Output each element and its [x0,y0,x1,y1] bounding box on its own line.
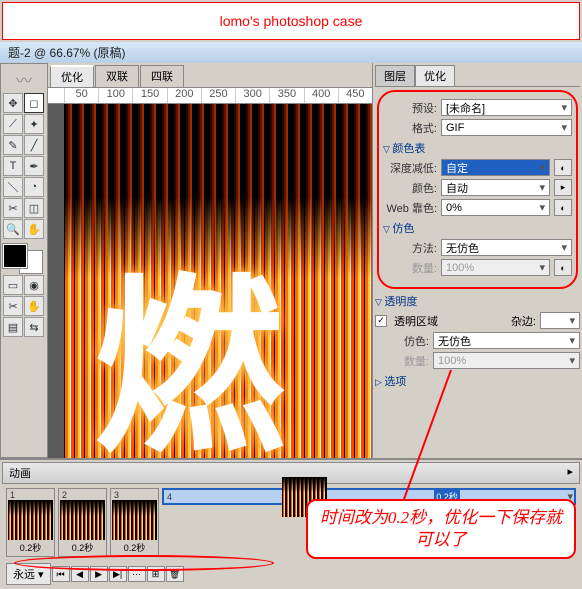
toggle-icon[interactable]: ⇆ [24,317,44,337]
delete-frame-button[interactable]: 🗑 [166,566,184,582]
document-area: 优化 双联 四联 50 100 150 200 250 300 350 400 … [48,63,372,458]
slice-tool[interactable]: ✂ [3,296,23,316]
play-button[interactable]: ▶ [90,566,108,582]
panel-menu-icon[interactable]: ▸ [567,465,573,481]
color-label: 颜色: [383,180,437,196]
prev-frame-button[interactable]: ◀ [71,566,89,582]
view-tabs: 优化 双联 四联 [48,63,372,88]
depth-select[interactable]: 自定 [441,159,550,176]
method-label: 方法: [383,240,437,256]
move-tool[interactable]: ✥ [3,93,23,113]
lasso-tool[interactable]: ⟋ [3,114,23,134]
canvas[interactable]: 燃 [48,104,372,458]
websafe-label: Web 靠色: [383,200,437,216]
document-title: 题-2 @ 66.67% (原稿) [0,42,582,63]
tab-optimize[interactable]: 优化 [50,65,94,87]
next-frame-button[interactable]: ▶| [109,566,127,582]
brush-tool[interactable]: ╱ [24,135,44,155]
tween-button[interactable]: ⋯ [128,566,146,582]
annotation-callout: 时间改为0.2秒，优化一下保存就可以了 [306,499,576,559]
trans-amount-label: 数量: [375,353,429,369]
pen-tool[interactable]: ✒ [24,156,44,176]
fire-artwork: 燃 [64,104,372,458]
tab-2up[interactable]: 双联 [95,65,139,87]
format-label: 格式: [383,120,437,136]
highlight-optimize: 预设:[未命名] 格式:GIF 颜色表 深度减低:自定◐ 颜色:自动▸ Web … [377,90,578,289]
zoom-tool[interactable]: 🔍 [3,219,23,239]
bucket-tool[interactable]: ◔ [24,177,44,197]
tab-layers[interactable]: 图层 [375,65,415,86]
color-flyout-icon[interactable]: ▸ [554,179,572,196]
options-section[interactable]: 选项 [375,373,580,389]
crop-tool[interactable]: ✂ [3,198,23,218]
first-frame-button[interactable]: ⏮ [52,566,70,582]
color-select[interactable]: 自动 [441,179,550,196]
dither-section[interactable]: 仿色 [383,220,572,236]
hand-tool[interactable]: ✋ [24,219,44,239]
eraser-tool[interactable]: ◫ [24,198,44,218]
hand2-tool[interactable]: ✋ [24,296,44,316]
eyedropper-tool[interactable]: ✎ [3,135,23,155]
new-frame-button[interactable]: ⊞ [147,566,165,582]
trans-dither-label: 仿色: [375,333,429,349]
color-swatches[interactable] [3,244,43,274]
web-mask-icon[interactable]: ◐ [554,199,572,216]
matte-select[interactable] [540,312,580,329]
fire-character: 燃 [94,214,354,454]
amount-mask-icon: ◐ [554,259,572,276]
optimize-panel: 图层 优化 预设:[未命名] 格式:GIF 颜色表 深度减低:自定◐ 颜色:自动… [372,63,582,458]
notes-tool[interactable]: ▤ [3,317,23,337]
wand-tool[interactable]: ✦ [24,114,44,134]
depth-label: 深度减低: [383,160,437,176]
shape-tool[interactable]: ▭ [3,275,23,295]
depth-mask-icon[interactable]: ◐ [554,159,572,176]
websafe-select[interactable]: 0% [441,199,550,216]
ruler-h: 50 100 150 200 250 300 350 400 450 [48,88,372,104]
preset-select[interactable]: [未命名] [441,99,572,116]
amount-label: 数量: [383,260,437,276]
marquee-tool[interactable]: ◻ [24,93,44,113]
matte-label: 杂边: [511,313,536,329]
transparency-area-label: 透明区域 [394,313,438,329]
misc-tool[interactable]: ◉ [24,275,44,295]
loop-select[interactable]: 永远 ▾ [6,563,51,585]
transparency-checkbox[interactable]: ✓ [375,315,387,327]
line-tool[interactable]: ＼ [3,177,23,197]
animation-title: 动画 [9,465,31,481]
toolbox: 〰 ✥ ◻ ⟋ ✦ ✎ ╱ T ✒ ＼ ◔ ✂ ◫ 🔍 ✋ ▭ ◉ ✂ ✋ ▤ … [0,63,48,458]
method-select[interactable]: 无仿色 [441,239,572,256]
type-tool[interactable]: T [3,156,23,176]
transparency-section[interactable]: 透明度 [375,293,580,309]
anim-controls: 永远 ▾ ⏮ ◀ ▶ ▶| ⋯ ⊞ 🗑 [2,561,580,587]
watermark-banner: lomo's photoshop case [2,2,580,40]
trans-amount-select: 100% [433,352,580,369]
amount-select: 100% [441,259,550,276]
frame-1[interactable]: 10.2秒 [6,488,55,557]
frame-3[interactable]: 30.2秒 [110,488,159,557]
preset-label: 预设: [383,100,437,116]
color-table-section[interactable]: 颜色表 [383,140,572,156]
tab-optimize-panel[interactable]: 优化 [415,65,455,86]
fg-color[interactable] [3,244,27,268]
trans-dither-select[interactable]: 无仿色 [433,332,580,349]
tab-4up[interactable]: 四联 [140,65,184,87]
frame-2[interactable]: 20.2秒 [58,488,107,557]
format-select[interactable]: GIF [441,119,572,136]
app-logo-icon: 〰 [3,66,45,92]
